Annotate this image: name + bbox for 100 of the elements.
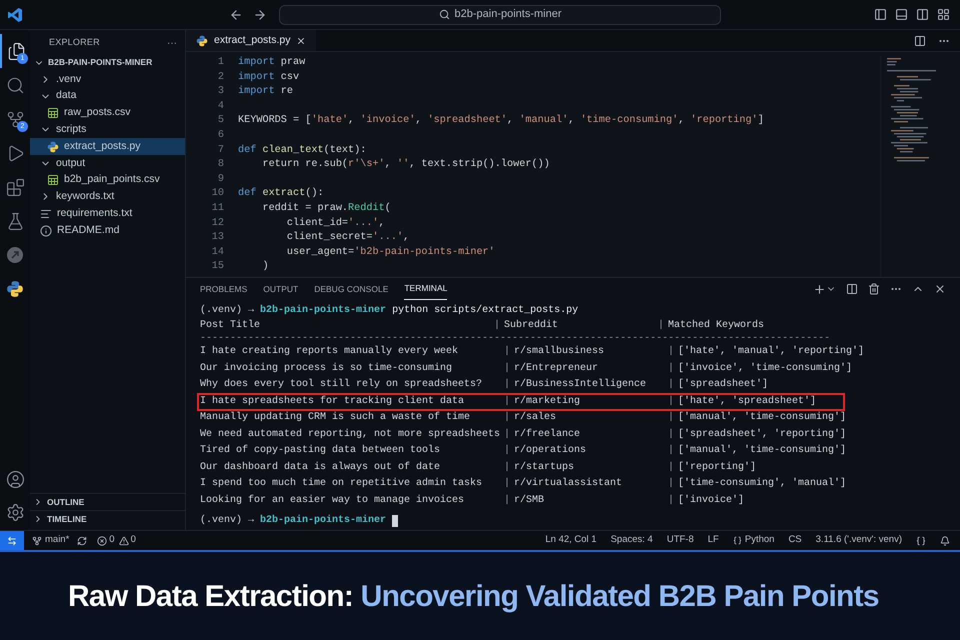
more-actions-button[interactable]: ··· bbox=[167, 36, 177, 50]
column-separator: | bbox=[502, 345, 511, 359]
split-editor-button[interactable] bbox=[914, 34, 926, 46]
remote-button[interactable] bbox=[0, 531, 24, 550]
split-terminal-button[interactable] bbox=[846, 283, 858, 295]
column-separator: | bbox=[666, 394, 675, 408]
toggle-panel-button[interactable] bbox=[895, 8, 908, 21]
editor-tab[interactable]: extract_posts.py bbox=[186, 30, 316, 51]
subreddit: r/smallbusiness bbox=[514, 345, 606, 359]
subreddit: r/sales bbox=[514, 411, 558, 425]
column-separator: | bbox=[666, 428, 675, 442]
branch-icon bbox=[32, 536, 42, 546]
error-icon bbox=[97, 536, 108, 546]
status-item[interactable]: Spaces: 4 bbox=[610, 533, 653, 548]
editor-logo-icon bbox=[7, 6, 23, 22]
terminal-directory: b2b-pain-points-miner bbox=[260, 304, 386, 318]
panel-tab[interactable]: DEBUG CONSOLE bbox=[314, 278, 388, 300]
back-button[interactable] bbox=[229, 8, 243, 22]
line-number: 12 bbox=[210, 216, 224, 231]
settings-button[interactable] bbox=[6, 503, 24, 522]
sidebar-section[interactable]: TIMELINE bbox=[30, 510, 185, 527]
prompt-arrow: → bbox=[248, 304, 254, 318]
post-title: I hate creating reports manually every week bbox=[200, 345, 460, 359]
toggle-sidebar-button[interactable] bbox=[874, 8, 887, 21]
post-title: I hate spreadsheets for tracking client data bbox=[200, 394, 466, 408]
flask-icon bbox=[6, 212, 24, 230]
file-tree-item[interactable]: raw_posts.csv bbox=[30, 104, 185, 122]
status-item[interactable]: CS bbox=[788, 533, 802, 548]
panel-tab[interactable]: PROBLEMS bbox=[200, 278, 248, 300]
info-file-icon bbox=[40, 224, 52, 237]
post-title: Why does every tool still rely on spreadsheets? bbox=[200, 378, 484, 392]
file-tree-item[interactable]: README.md bbox=[30, 222, 185, 239]
status-item[interactable]: UTF-8 bbox=[666, 533, 694, 548]
sidebar-section[interactable]: OUTLINE bbox=[30, 493, 185, 510]
file-tree-item[interactable]: data bbox=[30, 88, 185, 105]
status-item[interactable]: 3.11.6 ('.venv': venv) bbox=[816, 533, 902, 548]
column-separator: | bbox=[502, 378, 511, 392]
matched-keywords: ['manual', 'time-consuming'] bbox=[678, 444, 846, 458]
kill-terminal-button[interactable] bbox=[868, 283, 880, 295]
column-separator: | bbox=[502, 362, 511, 376]
status-item[interactable]: Ln 42, Col 1 bbox=[545, 533, 597, 548]
terminal-directory: b2b-pain-points-miner bbox=[260, 514, 386, 528]
code-line: import praw bbox=[238, 56, 306, 70]
files-icon bbox=[6, 42, 26, 60]
project-root[interactable]: B2B-PAIN-POINTS-MINER bbox=[30, 54, 185, 71]
panel-tab[interactable]: OUTPUT bbox=[263, 278, 298, 300]
line-number: 6 bbox=[216, 128, 224, 143]
matched-keywords: ['time-consuming', 'manual'] bbox=[678, 477, 846, 491]
line-number: 9 bbox=[216, 172, 224, 187]
problems-button[interactable]: 0 0 bbox=[97, 533, 136, 548]
line-number: 4 bbox=[216, 100, 224, 114]
dashed-rule: --------------------------------------------------------------------------------------------------------- bbox=[200, 333, 832, 345]
column-separator: | bbox=[666, 477, 675, 491]
line-number: 14 bbox=[210, 246, 224, 260]
close-icon bbox=[296, 36, 306, 46]
line-number: 8 bbox=[216, 158, 224, 172]
subreddit: r/SMB bbox=[514, 494, 546, 508]
warning-icon bbox=[118, 536, 129, 546]
sync-button[interactable] bbox=[77, 536, 88, 546]
close-panel-button[interactable] bbox=[934, 283, 946, 295]
line-number: 7 bbox=[216, 144, 224, 158]
file-tree-item[interactable]: extract_posts.py bbox=[30, 138, 185, 155]
column-separator: | bbox=[666, 378, 675, 392]
file-tree-item[interactable]: scripts bbox=[30, 121, 185, 138]
matched-keywords: ['hate', 'spreadsheet'] bbox=[678, 394, 816, 408]
panel-tab[interactable]: TERMINAL bbox=[404, 278, 448, 300]
status-item[interactable]: Python bbox=[732, 533, 774, 548]
file-tree-item[interactable]: .venv bbox=[30, 71, 185, 88]
line-number: 13 bbox=[210, 231, 224, 246]
branch-button[interactable]: main* bbox=[32, 533, 70, 548]
text-file-icon bbox=[40, 208, 52, 220]
column-separator: | bbox=[502, 411, 511, 425]
line-number: 1 bbox=[216, 56, 224, 70]
forward-button[interactable] bbox=[253, 8, 267, 22]
matched-keywords: ['invoice'] bbox=[678, 494, 744, 508]
toggle-secondary-sidebar-button[interactable] bbox=[916, 8, 929, 21]
account-button[interactable] bbox=[6, 470, 24, 489]
file-tree-item[interactable]: keywords.txt bbox=[30, 188, 185, 206]
file-tree-item[interactable]: output bbox=[30, 154, 185, 172]
subreddit: r/Entrepreneur bbox=[514, 362, 600, 376]
column-separator: | bbox=[666, 460, 675, 474]
remote-icon bbox=[7, 536, 17, 546]
post-title: Manually updating CRM is such a waste of time bbox=[200, 411, 472, 425]
status-item[interactable]: LF bbox=[708, 533, 719, 548]
post-title: Our invoicing process is so time-consuming bbox=[200, 362, 454, 376]
remote-icon bbox=[6, 246, 24, 264]
command-search-field[interactable]: b2b-pain-points-miner bbox=[279, 4, 721, 24]
column-separator: | bbox=[502, 444, 511, 458]
column-separator: | bbox=[502, 428, 511, 442]
file-tree-item[interactable]: b2b_pain_points.csv bbox=[30, 172, 185, 189]
column-separator: | bbox=[502, 477, 511, 491]
matched-keywords: ['spreadsheet', 'reporting'] bbox=[678, 428, 846, 442]
file-tree-item[interactable]: requirements.txt bbox=[30, 205, 185, 222]
column-separator: | bbox=[666, 362, 675, 376]
customize-layout-button[interactable] bbox=[937, 8, 950, 21]
new-terminal-button[interactable] bbox=[813, 282, 826, 296]
search-icon bbox=[438, 9, 450, 20]
subreddit: r/virtualassistant bbox=[514, 477, 624, 491]
notifications-button[interactable] bbox=[940, 536, 950, 546]
code-line: return re.sub(r'\s+', '', text.strip().lower()) bbox=[261, 158, 550, 172]
